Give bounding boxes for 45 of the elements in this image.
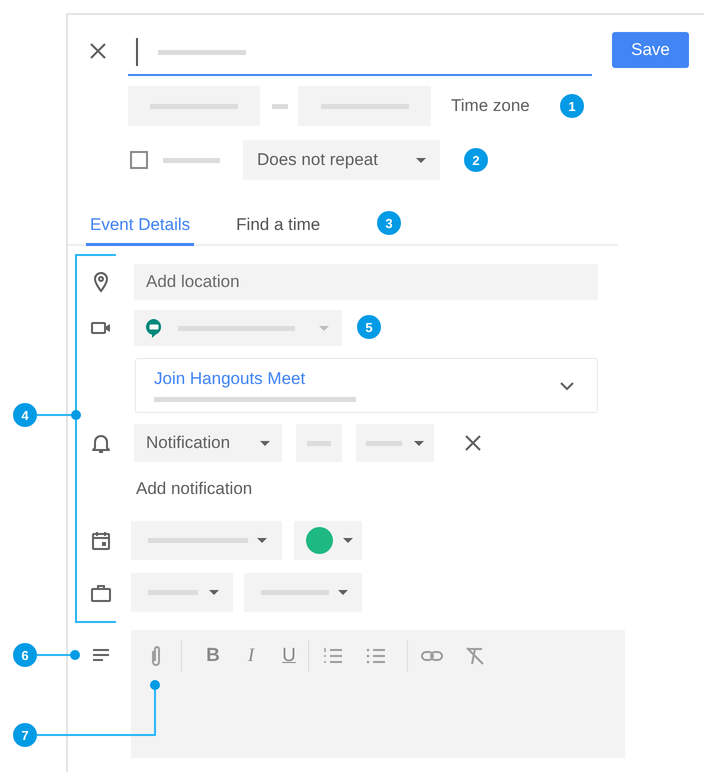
join-link[interactable]: Join Hangouts Meet bbox=[154, 369, 356, 389]
caret-icon bbox=[416, 158, 426, 162]
unit-dropdown[interactable] bbox=[356, 424, 434, 462]
bold-button[interactable]: B bbox=[194, 645, 232, 667]
callout-badge: 6 bbox=[13, 643, 37, 667]
checkbox[interactable] bbox=[130, 151, 148, 169]
callout-badge: 1 bbox=[560, 94, 584, 118]
leader-line bbox=[36, 650, 80, 660]
availability-dropdown[interactable] bbox=[131, 573, 233, 612]
dash-mark bbox=[272, 104, 288, 108]
caret-icon bbox=[414, 440, 424, 446]
color-dot bbox=[306, 527, 333, 554]
date-field[interactable] bbox=[298, 86, 431, 126]
tab[interactable]: Find a time bbox=[232, 206, 324, 246]
save-button[interactable]: Save bbox=[612, 32, 689, 68]
callout-badge: 5 bbox=[357, 315, 381, 339]
leader-line bbox=[36, 410, 81, 420]
calendar-dropdown[interactable] bbox=[131, 521, 282, 560]
caret-icon bbox=[257, 538, 267, 543]
placeholder-bar bbox=[163, 158, 220, 162]
add-notification-button[interactable]: Add notification bbox=[134, 479, 254, 499]
text-cursor bbox=[136, 38, 138, 66]
caret-icon bbox=[209, 590, 219, 595]
callout-badge: 3 bbox=[377, 211, 401, 235]
caret-icon bbox=[260, 440, 270, 446]
location-field[interactable]: Add location bbox=[134, 264, 598, 300]
conference-dropdown[interactable] bbox=[134, 310, 342, 346]
visibility-dropdown[interactable] bbox=[244, 573, 362, 612]
caret-icon bbox=[343, 538, 353, 543]
time-zone-link[interactable]: Time zone bbox=[451, 96, 530, 116]
number-field[interactable] bbox=[296, 424, 342, 462]
chat-bubble-icon bbox=[144, 317, 164, 339]
tab[interactable]: Event Details bbox=[86, 206, 194, 246]
notification-dropdown[interactable]: Notification bbox=[134, 424, 282, 462]
repeat-dropdown[interactable]: Does not repeat bbox=[243, 140, 440, 180]
description-field[interactable]: B I U bbox=[131, 630, 625, 758]
callout-badge: 2 bbox=[464, 148, 488, 172]
caret-icon bbox=[319, 326, 329, 330]
caret-icon bbox=[338, 590, 348, 595]
color-dropdown[interactable] bbox=[294, 521, 362, 560]
date-field[interactable] bbox=[128, 86, 260, 126]
italic-button[interactable]: I bbox=[232, 645, 270, 667]
callout-badge: 7 bbox=[13, 723, 37, 747]
underline-button[interactable]: U bbox=[270, 645, 308, 667]
callout-badge: 4 bbox=[13, 403, 37, 427]
